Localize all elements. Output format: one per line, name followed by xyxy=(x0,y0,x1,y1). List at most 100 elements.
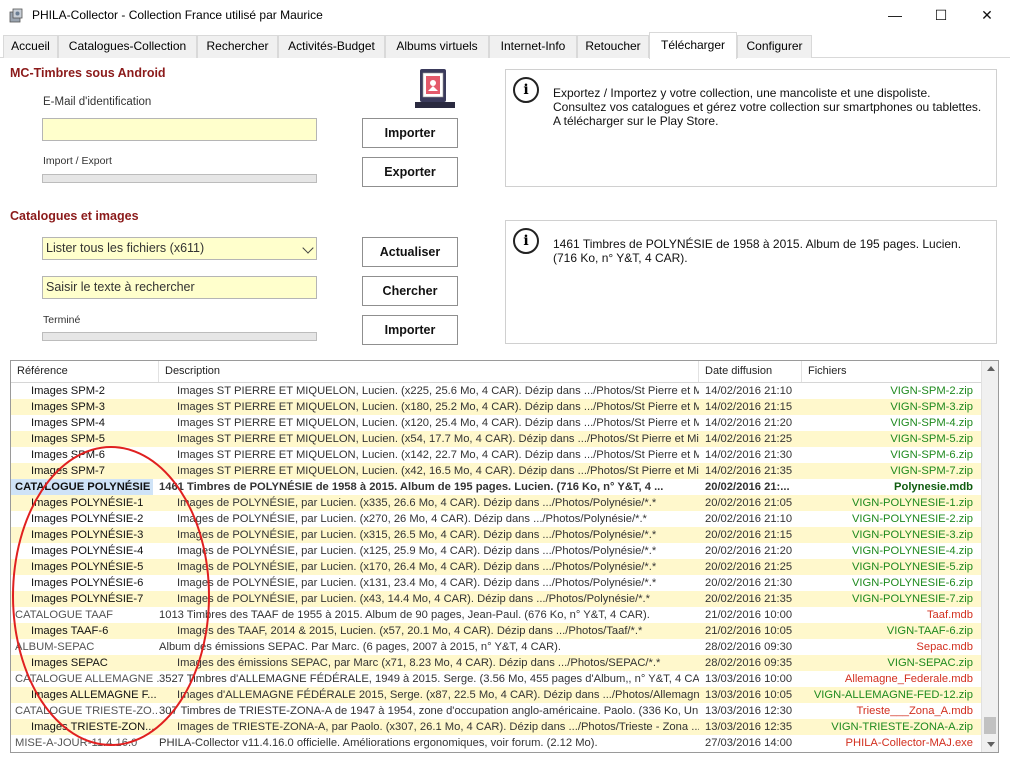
table-row[interactable]: ALBUM-SEPAC Album des émissions SEPAC. Pa… xyxy=(11,639,981,655)
email-field[interactable] xyxy=(42,118,317,141)
cell-file[interactable]: VIGN-POLYNESIE-7.zip xyxy=(801,591,977,607)
cell-file[interactable]: Taaf.mdb xyxy=(801,607,977,623)
cell-description: Images ST PIERRE ET MIQUELON, Lucien. (x… xyxy=(177,465,699,477)
table-row[interactable]: Images POLYNÉSIE-1 Images de POLYNÉSIE, p… xyxy=(11,495,981,511)
cell-file[interactable]: PHILA-Collector-MAJ.exe xyxy=(801,735,977,751)
export-mc-button[interactable]: Exporter xyxy=(362,157,458,187)
search-text-input[interactable]: Saisir le texte à rechercher xyxy=(42,276,317,299)
import-mc-button[interactable]: Importer xyxy=(362,118,458,148)
cell-file[interactable]: VIGN-POLYNESIE-1.zip xyxy=(801,495,977,511)
cell-reference: CATALOGUE ALLEMAGNE ... xyxy=(15,673,159,685)
table-row[interactable]: Images ALLEMAGNE F... Images d'ALLEMAGNE … xyxy=(11,687,981,703)
table-row[interactable]: Images POLYNÉSIE-3 Images de POLYNÉSIE, p… xyxy=(11,527,981,543)
cell-file[interactable]: VIGN-TAAF-6.zip xyxy=(801,623,977,639)
table-row[interactable]: Images POLYNÉSIE-6 Images de POLYNÉSIE, p… xyxy=(11,575,981,591)
cell-reference: MISE-A-JOUR-11.4.16.0 xyxy=(15,737,138,749)
table-header: Référence Description Date diffusion Fic… xyxy=(11,361,981,383)
table-row[interactable]: Images POLYNÉSIE-2 Images de POLYNÉSIE, p… xyxy=(11,511,981,527)
table-row[interactable]: Images SEPAC Images des émissions SEPAC, … xyxy=(11,655,981,671)
tab-albums-virtuels[interactable]: Albums virtuels xyxy=(385,35,489,58)
header-date[interactable]: Date diffusion xyxy=(699,361,802,382)
tab-retoucher[interactable]: Retoucher xyxy=(577,35,649,58)
table-row[interactable]: Images SPM-2 Images ST PIERRE ET MIQUELON… xyxy=(11,383,981,399)
cell-description: Images de POLYNÉSIE, par Lucien. (x315, … xyxy=(177,529,657,541)
cell-file[interactable]: Allemagne_Federale.mdb xyxy=(801,671,977,687)
cell-date: 20/02/2016 21:05 xyxy=(705,497,793,509)
scroll-up-icon[interactable] xyxy=(987,366,995,371)
table-row[interactable]: MISE-A-JOUR-11.4.16.0 PHILA-Collector v11… xyxy=(11,735,981,751)
cell-file[interactable]: Sepac.mdb xyxy=(801,639,977,655)
cell-description: Images de POLYNÉSIE, par Lucien. (x335, … xyxy=(177,497,657,509)
table-row[interactable]: CATALOGUE TRIESTE-ZO... 307 Timbres de TR… xyxy=(11,703,981,719)
header-reference[interactable]: Référence xyxy=(11,361,159,382)
refresh-button[interactable]: Actualiser xyxy=(362,237,458,267)
tab-internet-info[interactable]: Internet-Info xyxy=(489,35,577,58)
cell-date: 14/02/2016 21:20 xyxy=(705,417,793,429)
cell-file[interactable]: VIGN-SPM-7.zip xyxy=(801,463,977,479)
table-row[interactable]: Images TAAF-6 Images des TAAF, 2014 & 201… xyxy=(11,623,981,639)
vertical-scrollbar[interactable] xyxy=(981,361,998,752)
maximize-button[interactable]: ☐ xyxy=(918,0,964,30)
cell-file[interactable]: VIGN-SPM-5.zip xyxy=(801,431,977,447)
table-row[interactable]: Images POLYNÉSIE-5 Images de POLYNÉSIE, p… xyxy=(11,559,981,575)
scroll-down-icon[interactable] xyxy=(987,742,995,747)
tab-telecharger[interactable]: Télécharger xyxy=(649,32,737,59)
cell-file[interactable]: VIGN-SPM-4.zip xyxy=(801,415,977,431)
scroll-thumb[interactable] xyxy=(984,717,996,734)
table-row[interactable]: Images SPM-4 Images ST PIERRE ET MIQUELON… xyxy=(11,415,981,431)
mc-timbres-info-panel: i Exportez / Importez y votre collection… xyxy=(505,69,997,187)
cell-file[interactable]: Polynesie.mdb xyxy=(801,479,977,495)
cell-date: 14/02/2016 21:30 xyxy=(705,449,793,461)
file-filter-select[interactable]: Lister tous les fichiers (x611) xyxy=(42,237,317,260)
status-label: Terminé xyxy=(43,314,81,326)
cell-file[interactable]: VIGN-SEPAC.zip xyxy=(801,655,977,671)
cell-file[interactable]: Trieste___Zona_A.mdb xyxy=(801,703,977,719)
table-row[interactable]: Images TRIESTE-ZON... Images de TRIESTE-Z… xyxy=(11,719,981,735)
import-catalogue-button[interactable]: Importer xyxy=(362,315,458,345)
tab-activites-budget[interactable]: Activités-Budget xyxy=(278,35,385,58)
cell-date: 13/03/2016 10:00 xyxy=(705,673,793,685)
tab-catalogues-collection[interactable]: Catalogues-Collection xyxy=(58,35,197,58)
cell-reference: Images ALLEMAGNE F... xyxy=(31,689,157,701)
cell-date: 13/03/2016 12:35 xyxy=(705,721,793,733)
cell-date: 27/03/2016 14:00 xyxy=(705,737,793,749)
tab-rechercher[interactable]: Rechercher xyxy=(197,35,278,58)
table-row[interactable]: Images POLYNÉSIE-7 Images de POLYNÉSIE, p… xyxy=(11,591,981,607)
cell-file[interactable]: VIGN-TRIESTE-ZONA-A.zip xyxy=(801,719,977,735)
tab-configurer[interactable]: Configurer xyxy=(737,35,812,58)
table-row[interactable]: Images SPM-3 Images ST PIERRE ET MIQUELON… xyxy=(11,399,981,415)
table-row[interactable]: CATALOGUE TAAF 1013 Timbres des TAAF de 1… xyxy=(11,607,981,623)
cell-file[interactable]: VIGN-POLYNESIE-5.zip xyxy=(801,559,977,575)
cell-date: 14/02/2016 21:10 xyxy=(705,385,793,397)
header-files[interactable]: Fichiers xyxy=(802,361,981,382)
cell-file[interactable]: VIGN-SPM-2.zip xyxy=(801,383,977,399)
table-row[interactable]: Images SPM-5 Images ST PIERRE ET MIQUELON… xyxy=(11,431,981,447)
table-row[interactable]: Images POLYNÉSIE-4 Images de POLYNÉSIE, p… xyxy=(11,543,981,559)
cell-date: 14/02/2016 21:15 xyxy=(705,401,793,413)
table-row[interactable]: Images SPM-7 Images ST PIERRE ET MIQUELON… xyxy=(11,463,981,479)
cell-file[interactable]: VIGN-POLYNESIE-6.zip xyxy=(801,575,977,591)
cell-file[interactable]: VIGN-POLYNESIE-3.zip xyxy=(801,527,977,543)
table-row[interactable]: Images SPM-6 Images ST PIERRE ET MIQUELON… xyxy=(11,447,981,463)
tab-accueil[interactable]: Accueil xyxy=(3,35,58,58)
cell-file[interactable]: VIGN-ALLEMAGNE-FED-12.zip xyxy=(801,687,977,703)
table-row[interactable]: CATALOGUE POLYNÉSIE 1461 Timbres de POLYN… xyxy=(11,479,981,495)
cell-file[interactable]: VIGN-POLYNESIE-2.zip xyxy=(801,511,977,527)
file-filter-value: Lister tous les fichiers (x611) xyxy=(46,241,205,255)
files-table[interactable]: Référence Description Date diffusion Fic… xyxy=(10,360,999,753)
cell-file[interactable]: VIGN-POLYNESIE-4.zip xyxy=(801,543,977,559)
cell-description: PHILA-Collector v11.4.16.0 officielle. A… xyxy=(159,737,598,749)
cell-reference: Images SPM-5 xyxy=(31,433,105,445)
minimize-button[interactable]: — xyxy=(872,0,918,30)
cell-date: 13/03/2016 12:30 xyxy=(705,705,793,717)
close-button[interactable]: ✕ xyxy=(964,0,1010,30)
cell-file[interactable]: VIGN-SPM-3.zip xyxy=(801,399,977,415)
cell-file[interactable]: VIGN-SPM-6.zip xyxy=(801,447,977,463)
search-button[interactable]: Chercher xyxy=(362,276,458,306)
cell-description: Images de POLYNÉSIE, par Lucien. (x270, … xyxy=(177,513,647,525)
table-row[interactable]: CATALOGUE ALLEMAGNE ... 3527 Timbres d'AL… xyxy=(11,671,981,687)
header-description[interactable]: Description xyxy=(159,361,699,382)
cell-date: 28/02/2016 09:30 xyxy=(705,641,793,653)
import-export-progress xyxy=(42,174,317,183)
catalogue-info-text: 1461 Timbres de POLYNÉSIE de 1958 à 2015… xyxy=(553,237,962,265)
